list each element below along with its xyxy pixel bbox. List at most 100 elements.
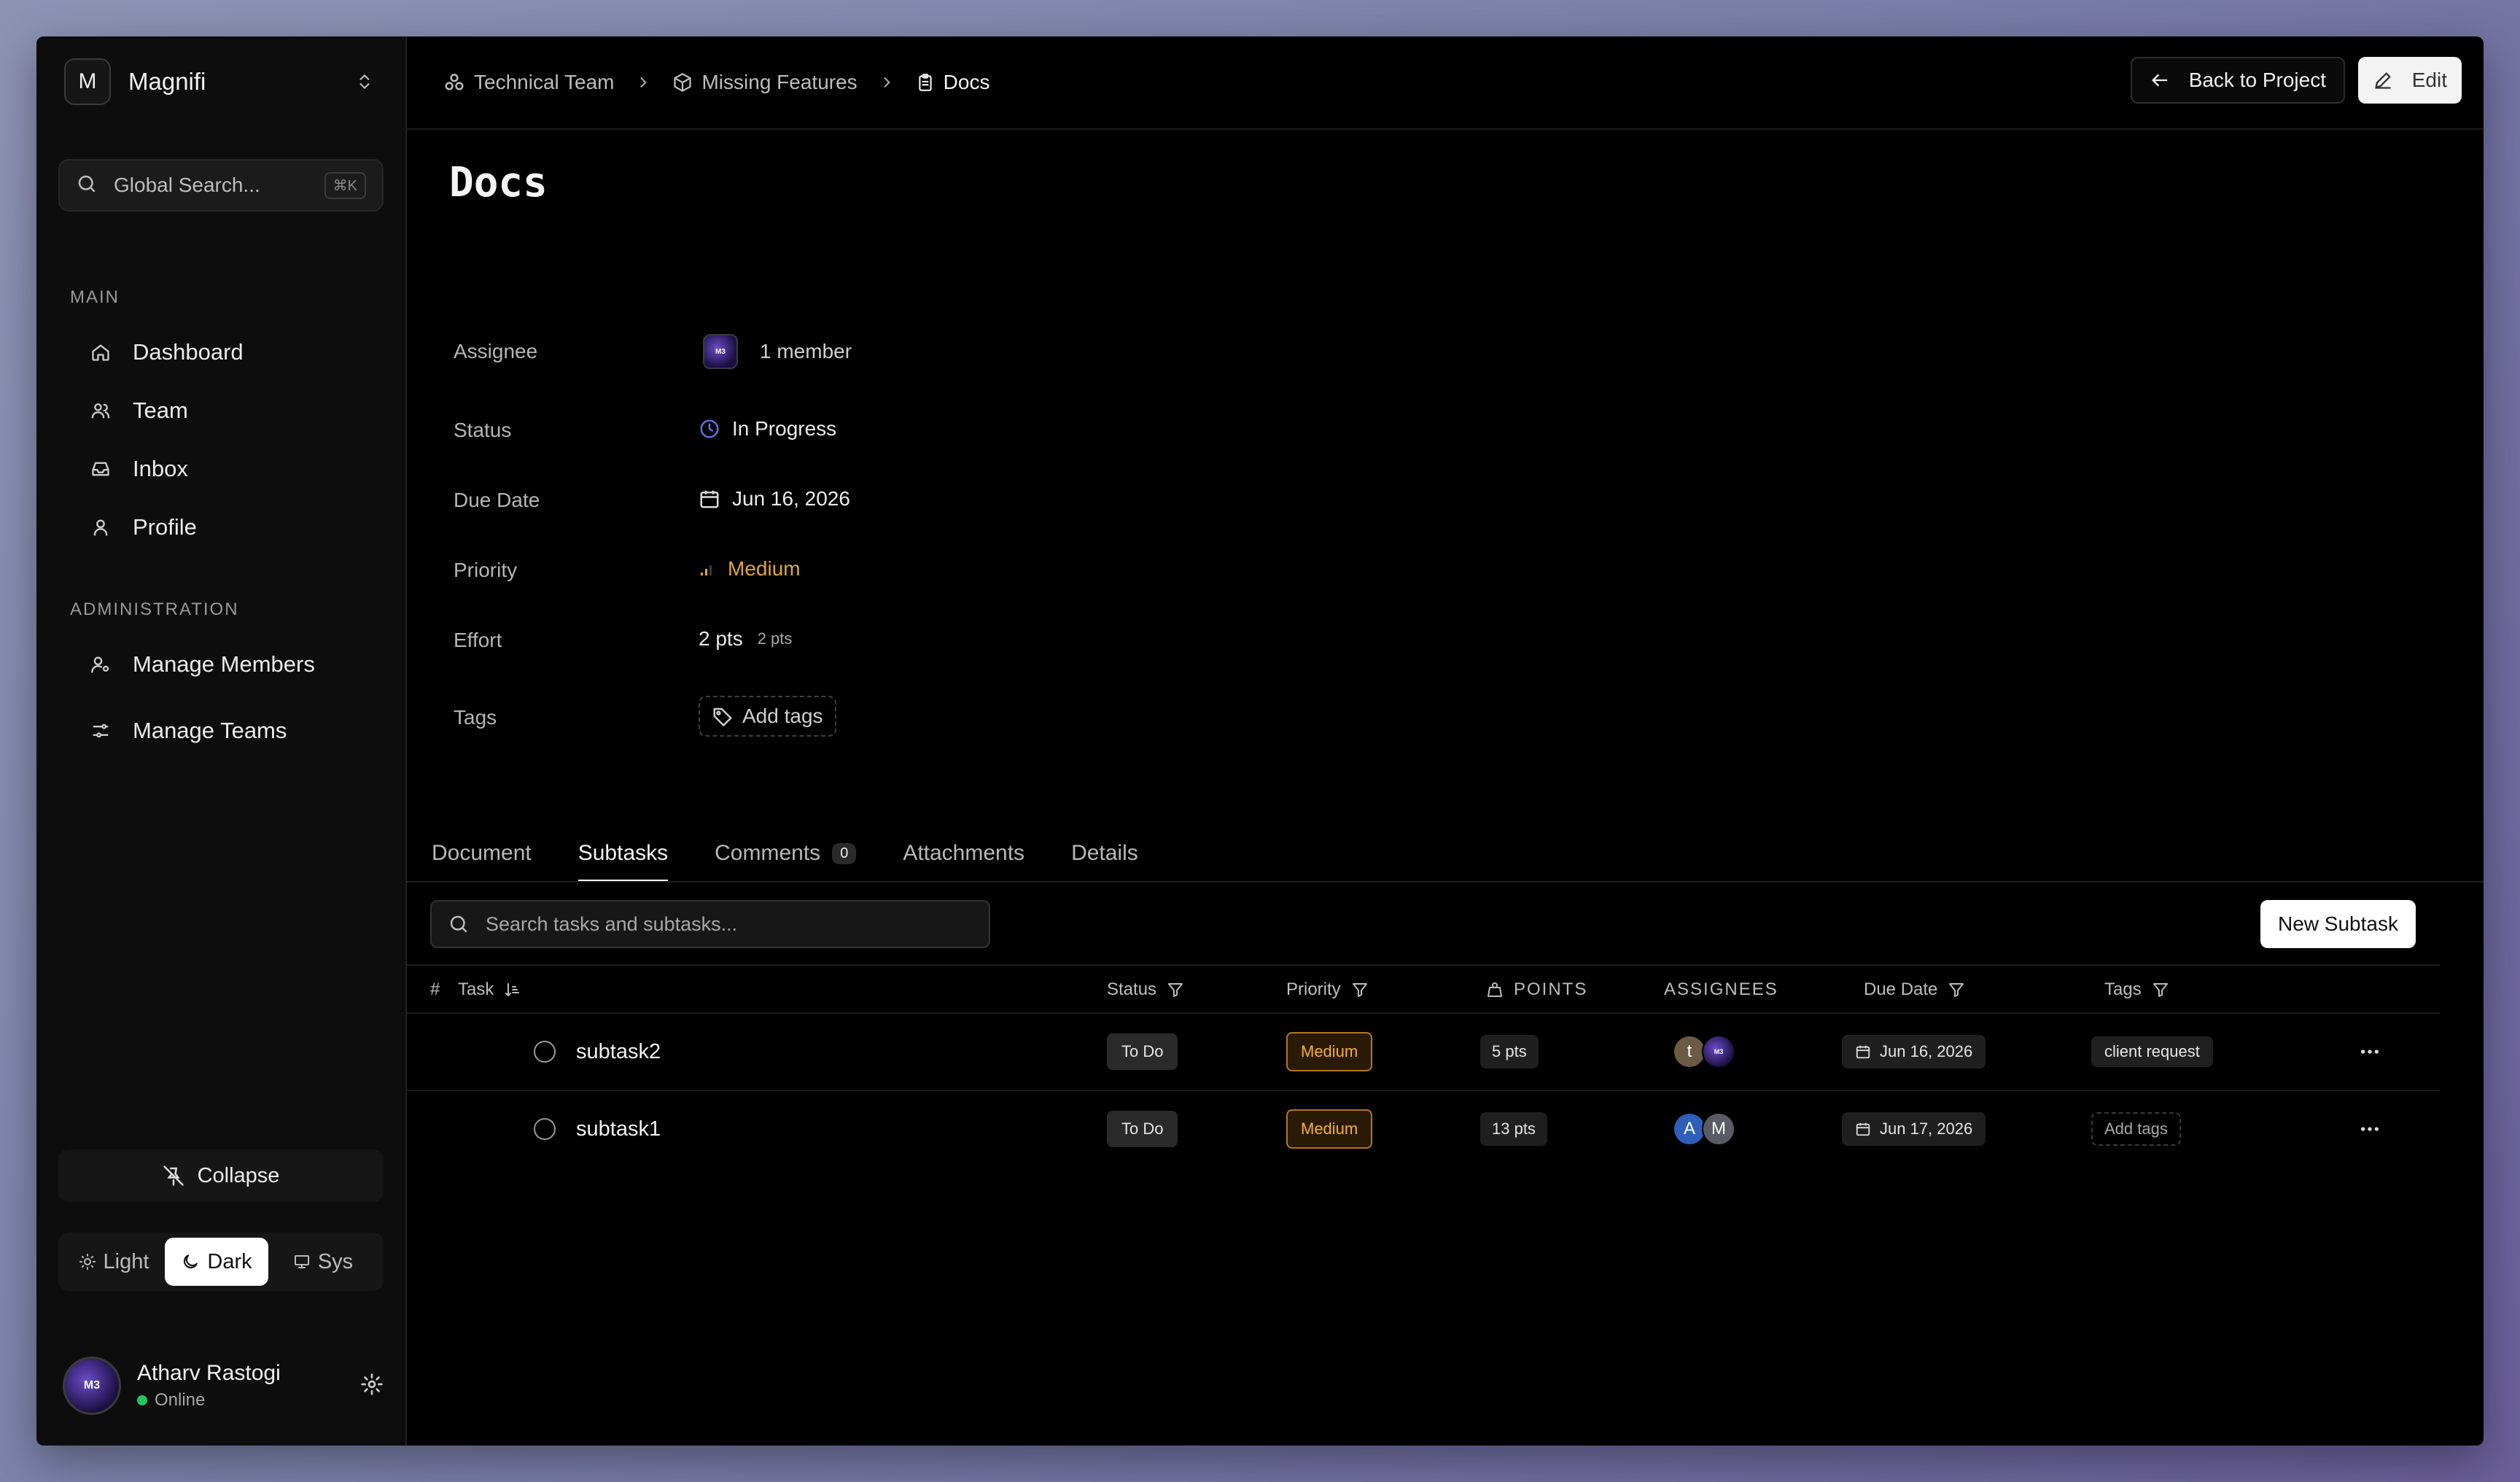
tab-label: Subtasks bbox=[578, 841, 669, 865]
search-shortcut: ⌘K bbox=[324, 171, 366, 199]
column-priority[interactable]: Priority bbox=[1286, 966, 1369, 1014]
due-date-badge[interactable]: Jun 16, 2026 bbox=[1842, 1035, 1986, 1068]
points-badge[interactable]: 13 pts bbox=[1480, 1112, 1547, 1146]
tab-label: Document bbox=[432, 841, 532, 865]
sun-icon bbox=[79, 1253, 96, 1270]
team-icon bbox=[443, 71, 465, 93]
priority-badge[interactable]: Medium bbox=[1286, 1109, 1373, 1149]
chevron-right-icon bbox=[636, 74, 650, 91]
tab-label: Attachments bbox=[903, 841, 1025, 865]
filter-icon bbox=[2152, 981, 2169, 998]
tab-subtasks[interactable]: Subtasks bbox=[578, 824, 669, 882]
edit-button[interactable]: Edit bbox=[2357, 57, 2462, 104]
chevrons-up-down-icon[interactable] bbox=[350, 67, 379, 96]
inbox-icon bbox=[86, 454, 115, 484]
due-date-text: Jun 16, 2026 bbox=[732, 487, 850, 510]
more-options-icon[interactable] bbox=[2358, 1091, 2381, 1167]
assignee-avatars[interactable]: A M bbox=[1673, 1091, 1735, 1167]
monitor-icon bbox=[293, 1253, 311, 1270]
add-tags-button[interactable]: Add tags bbox=[2091, 1112, 2181, 1146]
search-icon bbox=[76, 173, 98, 198]
workspace-name: Magnifi bbox=[128, 68, 206, 95]
breadcrumb-label: Docs bbox=[943, 71, 990, 93]
due-date-badge[interactable]: Jun 17, 2026 bbox=[1842, 1112, 1986, 1146]
edit-label: Edit bbox=[2411, 69, 2447, 91]
tags-label: Tags bbox=[454, 706, 497, 729]
table-row[interactable]: subtask1 To Do Medium 13 pts A M Jun 17,… bbox=[407, 1091, 2440, 1168]
due-date-text: Jun 16, 2026 bbox=[1880, 1042, 1973, 1060]
column-label: POINTS bbox=[1514, 979, 1588, 999]
subtask-search-input[interactable]: Search tasks and subtasks... bbox=[430, 900, 990, 948]
sidebar-item-dashboard[interactable]: Dashboard bbox=[70, 330, 376, 374]
settings-gear-icon[interactable] bbox=[360, 1373, 384, 1400]
theme-sys-label: Sys bbox=[317, 1249, 354, 1273]
assignee-avatars[interactable]: t M3 bbox=[1673, 1014, 1735, 1090]
avatar: M3 bbox=[1702, 1035, 1735, 1068]
theme-dark-label: Dark bbox=[207, 1249, 252, 1273]
theme-dark-option[interactable]: Dark bbox=[165, 1238, 268, 1286]
assignee-value[interactable]: M3 1 member bbox=[699, 334, 852, 369]
theme-light-option[interactable]: Light bbox=[63, 1238, 165, 1286]
due-date-value[interactable]: Jun 16, 2026 bbox=[699, 487, 850, 511]
priority-badge[interactable]: Medium bbox=[1286, 1032, 1373, 1071]
effort-subtext: 2 pts bbox=[757, 629, 793, 648]
status-label: Status bbox=[454, 419, 512, 441]
tab-details[interactable]: Details bbox=[1071, 824, 1138, 882]
back-to-project-button[interactable]: Back to Project bbox=[2130, 57, 2345, 104]
status-badge[interactable]: To Do bbox=[1107, 1111, 1178, 1147]
workspace-logo: M bbox=[64, 58, 111, 105]
sidebar: M Magnifi Global Search... ⌘K MAIN Dashb… bbox=[36, 36, 407, 1446]
sidebar-item-label: Manage Teams bbox=[133, 718, 287, 743]
column-status[interactable]: Status bbox=[1107, 966, 1184, 1014]
home-icon bbox=[86, 338, 115, 367]
sidebar-item-profile[interactable]: Profile bbox=[70, 505, 376, 549]
workspace-switcher[interactable]: M Magnifi bbox=[64, 57, 379, 106]
subtask-name[interactable]: subtask1 bbox=[576, 1117, 661, 1141]
status-text: In Progress bbox=[732, 417, 837, 440]
tag-chip[interactable]: client request bbox=[2091, 1036, 2213, 1067]
tab-document[interactable]: Document bbox=[432, 824, 532, 882]
table-row[interactable]: subtask2 To Do Medium 5 pts t M3 Jun 16,… bbox=[407, 1014, 2440, 1091]
clock-icon bbox=[699, 418, 720, 440]
tab-comments[interactable]: Comments 0 bbox=[715, 824, 857, 882]
assignee-count: 1 member bbox=[760, 340, 852, 362]
sidebar-item-manage-members[interactable]: Manage Members bbox=[70, 643, 376, 686]
signal-bars-icon bbox=[699, 558, 716, 580]
sidebar-item-team[interactable]: Team bbox=[70, 389, 376, 432]
breadcrumb-item-missing-features[interactable]: Missing Features bbox=[672, 71, 858, 94]
users-icon bbox=[86, 396, 115, 425]
tab-attachments[interactable]: Attachments bbox=[903, 824, 1024, 882]
new-subtask-button[interactable]: New Subtask bbox=[2260, 900, 2416, 948]
column-hash: # bbox=[430, 979, 440, 999]
user-name: Atharv Rastogi bbox=[137, 1361, 281, 1385]
status-value[interactable]: In Progress bbox=[699, 417, 836, 441]
filter-icon bbox=[1167, 981, 1184, 998]
arrow-left-icon bbox=[2150, 70, 2170, 90]
subtask-complete-checkbox[interactable] bbox=[534, 1041, 556, 1063]
add-tags-button[interactable]: Add tags bbox=[699, 696, 836, 737]
calendar-icon bbox=[699, 488, 720, 510]
status-badge[interactable]: To Do bbox=[1107, 1033, 1178, 1070]
effort-value[interactable]: 2 pts 2 pts bbox=[699, 627, 792, 651]
breadcrumb: Technical Team Missing Features Docs bbox=[443, 66, 989, 99]
breadcrumb-item-technical-team[interactable]: Technical Team bbox=[443, 71, 614, 94]
breadcrumb-item-docs: Docs bbox=[916, 71, 990, 94]
collapse-button[interactable]: Collapse bbox=[58, 1149, 384, 1202]
subtask-complete-checkbox[interactable] bbox=[534, 1118, 556, 1140]
global-search-input[interactable]: Global Search... ⌘K bbox=[58, 159, 384, 212]
column-task[interactable]: Task bbox=[458, 966, 521, 1014]
priority-value[interactable]: Medium bbox=[699, 557, 801, 581]
more-options-icon[interactable] bbox=[2358, 1014, 2381, 1090]
points-badge[interactable]: 5 pts bbox=[1480, 1035, 1539, 1068]
column-due-date[interactable]: Due Date bbox=[1864, 966, 1965, 1014]
box-icon bbox=[672, 72, 693, 93]
user-profile[interactable]: M3 Atharv Rastogi Online bbox=[63, 1355, 384, 1416]
subtask-name[interactable]: subtask2 bbox=[576, 1040, 661, 1064]
column-tags[interactable]: Tags bbox=[2104, 966, 2169, 1014]
sidebar-item-inbox[interactable]: Inbox bbox=[70, 447, 376, 491]
column-label: Status bbox=[1107, 979, 1157, 999]
theme-sys-option[interactable]: Sys bbox=[268, 1238, 378, 1286]
sidebar-item-manage-teams[interactable]: Manage Teams bbox=[70, 709, 376, 753]
pencil-icon bbox=[2373, 70, 2393, 90]
back-label: Back to Project bbox=[2188, 69, 2326, 91]
